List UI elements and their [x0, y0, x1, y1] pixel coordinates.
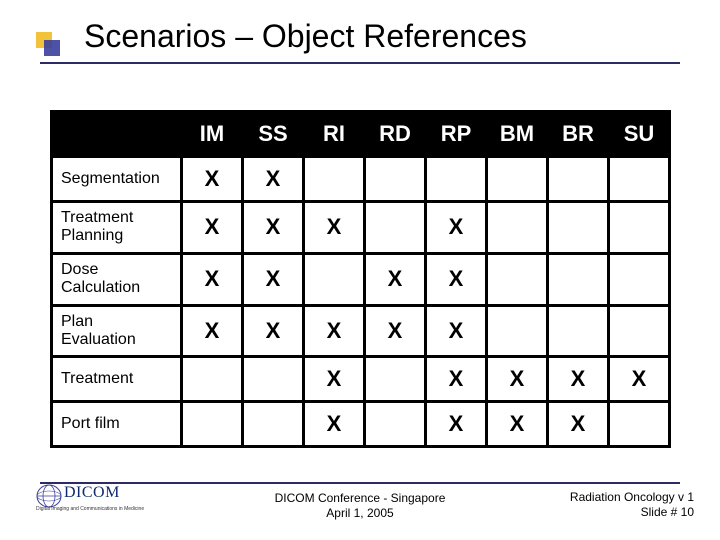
col-header: RD [365, 112, 426, 157]
table-cell: X [609, 357, 670, 402]
table-row: Port film X X X X [52, 402, 670, 447]
table-cell: X [487, 357, 548, 402]
table-cell [365, 357, 426, 402]
table-cell [548, 253, 609, 305]
table-cell: X [304, 305, 365, 357]
page-title: Scenarios – Object References [84, 18, 527, 55]
col-header: BM [487, 112, 548, 157]
table-row: Treatment Planning X X X X [52, 202, 670, 254]
table-cell [548, 305, 609, 357]
row-header: Dose Calculation [52, 253, 182, 305]
table-cell: X [304, 202, 365, 254]
slide: Scenarios – Object References IM SS RI R… [0, 0, 720, 540]
col-header: BR [548, 112, 609, 157]
table-cell [609, 253, 670, 305]
table-cell [609, 402, 670, 447]
table-cell: X [243, 253, 304, 305]
table-cell: X [548, 357, 609, 402]
table-cell [243, 402, 304, 447]
table-cell [182, 402, 243, 447]
table-cell [182, 357, 243, 402]
col-header: RI [304, 112, 365, 157]
table-cell: X [365, 305, 426, 357]
table-cell: X [182, 253, 243, 305]
table-cell [487, 157, 548, 202]
table-cell [487, 253, 548, 305]
row-header: Treatment Planning [52, 202, 182, 254]
table-cell [609, 202, 670, 254]
table-cell [609, 157, 670, 202]
col-header: SS [243, 112, 304, 157]
table-cell: X [487, 402, 548, 447]
table-cell: X [243, 157, 304, 202]
col-header: IM [182, 112, 243, 157]
table-cell: X [426, 402, 487, 447]
table-cell [487, 305, 548, 357]
row-header: Port film [52, 402, 182, 447]
table-cell: X [426, 357, 487, 402]
table-cell [243, 357, 304, 402]
table-cell: X [182, 157, 243, 202]
table-cell: X [182, 305, 243, 357]
title-bullet-icon [36, 32, 60, 56]
table-row: Segmentation X X [52, 157, 670, 202]
scenarios-table: IM SS RI RD RP BM BR SU Segmentation X X [50, 110, 671, 448]
table-cell [365, 202, 426, 254]
table-cell: X [365, 253, 426, 305]
footer-right-line2: Slide # 10 [570, 505, 694, 520]
table-cell: X [243, 202, 304, 254]
table-cell [304, 253, 365, 305]
row-header: Segmentation [52, 157, 182, 202]
col-header: RP [426, 112, 487, 157]
table-cell [426, 157, 487, 202]
table-cell [487, 202, 548, 254]
table-row: Plan Evaluation X X X X X [52, 305, 670, 357]
table-cell [548, 202, 609, 254]
table-header-row: IM SS RI RD RP BM BR SU [52, 112, 670, 157]
table-cell [304, 157, 365, 202]
row-header: Plan Evaluation [52, 305, 182, 357]
table-cell: X [426, 305, 487, 357]
table-cell: X [243, 305, 304, 357]
table-cell [365, 157, 426, 202]
table-row: Treatment X X X X X [52, 357, 670, 402]
table-cell [609, 305, 670, 357]
table-cell: X [304, 357, 365, 402]
title-divider [40, 62, 680, 64]
footer-right: Radiation Oncology v 1 Slide # 10 [570, 490, 694, 520]
table-row: Dose Calculation X X X X [52, 253, 670, 305]
table-cell: X [426, 253, 487, 305]
table-cell: X [304, 402, 365, 447]
row-header: Treatment [52, 357, 182, 402]
table-cell: X [182, 202, 243, 254]
table-cell [365, 402, 426, 447]
title-area: Scenarios – Object References [30, 10, 690, 70]
footer-right-line1: Radiation Oncology v 1 [570, 490, 694, 505]
table-corner-cell [52, 112, 182, 157]
scenarios-table-wrap: IM SS RI RD RP BM BR SU Segmentation X X [50, 110, 670, 448]
col-header: SU [609, 112, 670, 157]
table-cell [548, 157, 609, 202]
table-cell: X [548, 402, 609, 447]
table-cell: X [426, 202, 487, 254]
